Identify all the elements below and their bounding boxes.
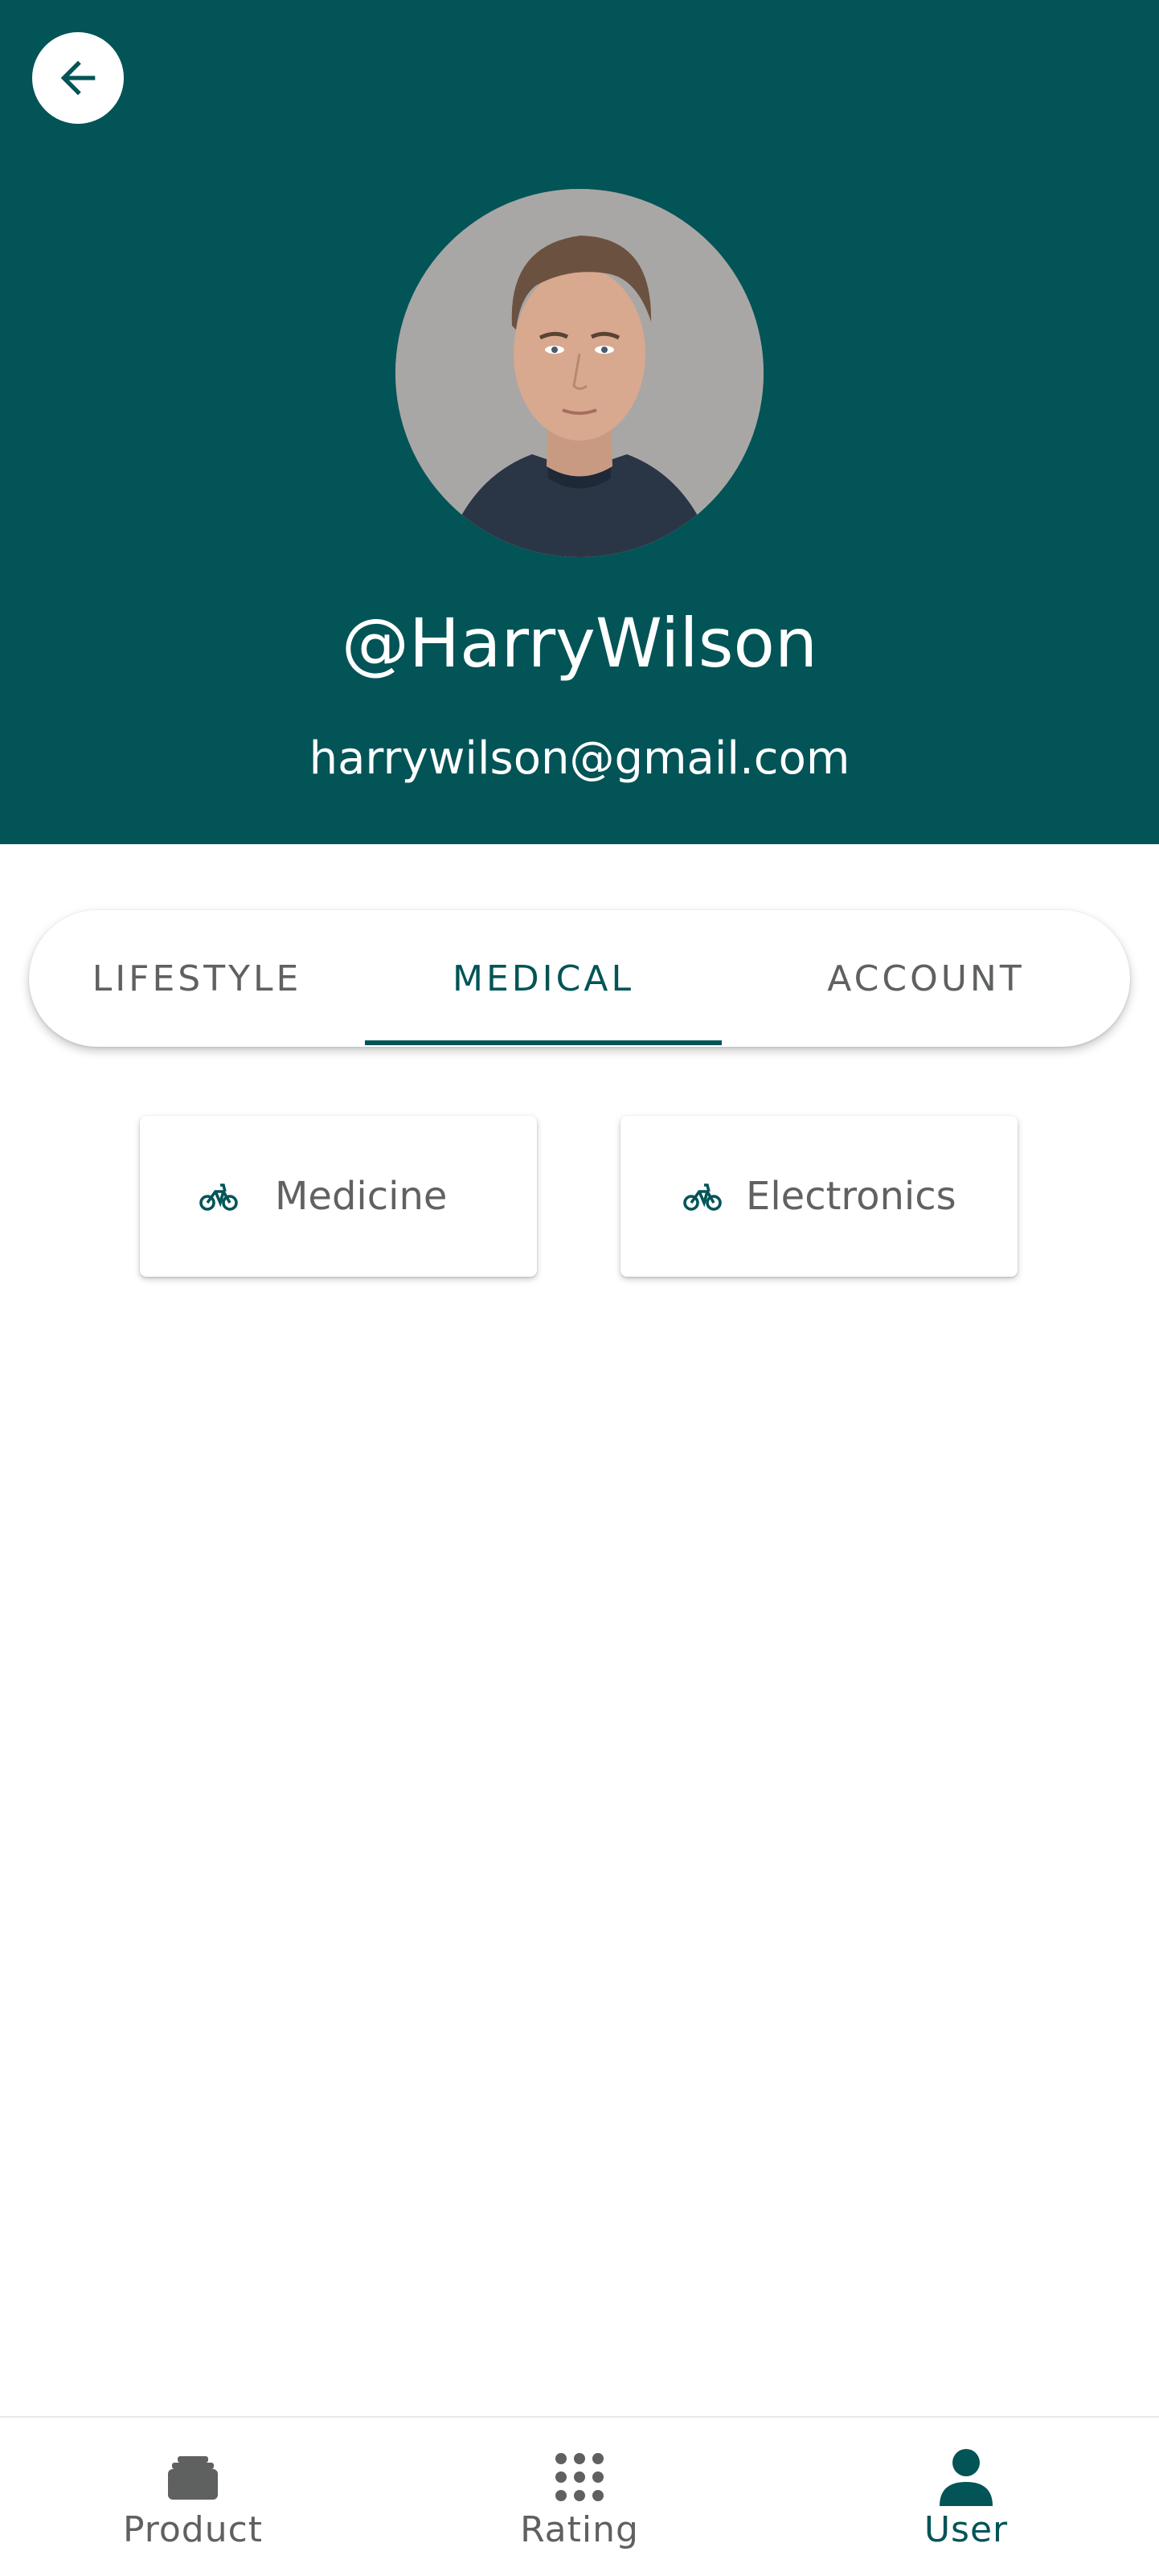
active-tab-indicator [365, 1040, 722, 1045]
tab-medical[interactable]: MEDICAL [365, 910, 722, 1047]
profile-username: @HarryWilson [341, 604, 818, 683]
stack-icon [161, 2445, 225, 2509]
avatar [395, 189, 764, 557]
bottom-navigation: Product Rating User [0, 2416, 1159, 2576]
category-label: Medicine [275, 1174, 448, 1219]
back-button[interactable] [32, 32, 124, 124]
category-tabs: LIFESTYLE MEDICAL ACCOUNT [29, 910, 1130, 1047]
category-label: Electronics [746, 1174, 956, 1219]
nav-rating[interactable]: Rating [387, 2418, 772, 2576]
bicycle-icon [683, 1180, 722, 1212]
arrow-left-icon [60, 60, 96, 96]
profile-email: harrywilson@gmail.com [309, 732, 850, 785]
profile-header: @HarryWilson harrywilson@gmail.com [0, 0, 1159, 844]
nav-label-rating: Rating [520, 2509, 639, 2550]
grid-dots-icon [547, 2445, 612, 2509]
person-icon [934, 2445, 998, 2509]
nav-label-user: User [924, 2509, 1009, 2550]
bicycle-icon [199, 1180, 238, 1212]
tab-account[interactable]: ACCOUNT [722, 910, 1130, 1047]
nav-product[interactable]: Product [0, 2418, 386, 2576]
category-card-medicine[interactable]: Medicine [140, 1116, 537, 1277]
category-card-electronics[interactable]: Electronics [620, 1116, 1018, 1277]
nav-label-product: Product [122, 2509, 264, 2550]
tab-lifestyle[interactable]: LIFESTYLE [29, 910, 365, 1047]
nav-user[interactable]: User [773, 2418, 1159, 2576]
